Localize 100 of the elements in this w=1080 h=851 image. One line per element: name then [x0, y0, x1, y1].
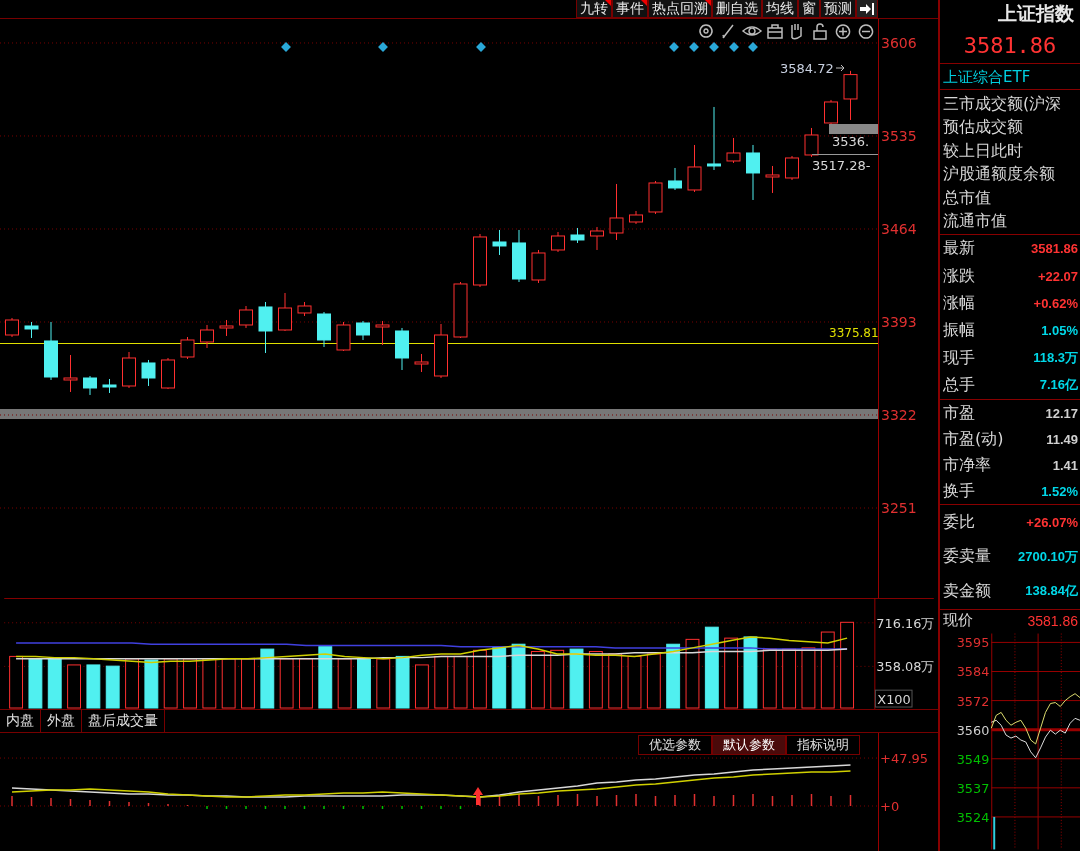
quote-value: 12.17: [1045, 405, 1079, 421]
zoom-in-icon[interactable]: [835, 24, 851, 39]
candlestick: [765, 165, 780, 194]
quote-value: 3581.86: [1031, 241, 1079, 257]
candlestick: [590, 226, 604, 251]
parameter-button[interactable]: 指标说明: [786, 735, 860, 755]
candlestick: [551, 231, 565, 253]
intraday-axis-label: 3572: [956, 693, 990, 709]
collapse-button[interactable]: [856, 0, 878, 18]
scale-label: X100: [874, 689, 913, 708]
toolbar-button[interactable]: 热点回溯: [648, 0, 712, 18]
info-label: 预估成交额: [943, 116, 1024, 139]
candlestick: [200, 324, 214, 349]
volume-bar: [202, 658, 217, 709]
volume-bar: [241, 658, 255, 709]
histogram-bar: [147, 803, 150, 806]
volume-bar: [782, 648, 797, 709]
quote-label: 涨跌: [943, 265, 975, 287]
quote-value: 2700.10万: [1018, 547, 1079, 566]
volume-bar: [511, 643, 526, 709]
info-label: 流通市值: [943, 209, 1008, 232]
candlestick: [141, 359, 156, 387]
pen-icon[interactable]: [722, 24, 734, 39]
settings-icon[interactable]: [699, 24, 713, 38]
quote-label: 市盈(动): [943, 428, 1004, 450]
volume-bar: [646, 653, 661, 709]
candlestick: [492, 229, 507, 256]
volume-bar: [550, 649, 565, 709]
volume-bar: [472, 649, 487, 709]
quote-value: 1.41: [1052, 457, 1079, 473]
quote-label: 换手: [943, 480, 975, 502]
volume-bar: [279, 658, 294, 709]
up-arrow-icon: [473, 787, 483, 805]
quote-label: 现手: [943, 347, 975, 369]
volume-bar: [627, 655, 642, 709]
histogram-bar: [576, 794, 579, 806]
lock-icon[interactable]: [813, 23, 827, 40]
diamond-marker: [709, 42, 719, 52]
histogram-bar: [771, 796, 774, 806]
etf-link[interactable]: 上证综合ETF: [940, 64, 1080, 90]
current-price-label: 现价: [943, 611, 973, 631]
histogram-bar: [303, 806, 306, 809]
parameter-button[interactable]: 默认参数: [712, 735, 786, 755]
histogram-bar: [30, 797, 33, 806]
indicator-axis-label: +0: [880, 799, 900, 814]
hand-icon[interactable]: [791, 23, 802, 40]
volume-bar: [608, 653, 623, 709]
toolbar-button[interactable]: 均线: [762, 0, 798, 18]
volume-bar: [492, 646, 507, 709]
volume-bar: [762, 648, 777, 709]
candlestick: [609, 183, 624, 241]
parameter-button[interactable]: 优选参数: [638, 735, 712, 755]
intraday-axis-label: 3595: [956, 634, 990, 650]
briefcase-icon[interactable]: [767, 24, 783, 39]
quote-label: 振幅: [943, 320, 975, 342]
volume-bar: [337, 658, 352, 709]
zoom-out-icon[interactable]: [858, 24, 874, 39]
price-tag: 3536.: [829, 124, 878, 149]
candlestick: [83, 375, 97, 396]
toolbar-button[interactable]: 九转: [576, 0, 612, 18]
candlestick: [746, 144, 760, 201]
volume-bar: [724, 637, 739, 709]
volume-bar: [125, 658, 139, 709]
candlestick: [161, 357, 175, 390]
quote-value: +0.62%: [1033, 296, 1079, 312]
toolbar-button[interactable]: 窗: [798, 0, 820, 18]
indicator-axis-label: +47.95: [880, 751, 929, 767]
quote-value: 11.49: [1046, 431, 1079, 447]
toolbar-button[interactable]: 事件: [612, 0, 648, 18]
histogram-bar: [264, 806, 267, 809]
index-title: 上证指数: [997, 1, 1075, 26]
price-tag: 3517.28-: [811, 154, 879, 173]
candlestick: [687, 144, 702, 193]
high-price-arrow: [835, 64, 845, 72]
candlestick: [102, 378, 117, 394]
volume-bar: [86, 664, 101, 709]
candlestick: [804, 127, 819, 158]
volume-bar: [299, 658, 313, 709]
toolbar-button[interactable]: 删自选: [712, 0, 762, 18]
candlestick: [395, 327, 409, 371]
quote-value: +26.07%: [1026, 514, 1079, 530]
quote-label: 市净率: [943, 454, 991, 476]
candlestick: [707, 106, 721, 171]
histogram-bar: [459, 806, 462, 809]
candlestick: [122, 351, 136, 389]
eye-icon[interactable]: [742, 26, 762, 36]
candlestick: [785, 155, 799, 181]
candlestick: [531, 249, 546, 284]
volume-tick: [993, 816, 996, 850]
volume-bar: [67, 664, 81, 709]
diamond-marker: [378, 42, 388, 52]
volume-bar: [9, 655, 23, 709]
candlestick: [668, 167, 682, 191]
quote-value: 1.52%: [1041, 483, 1079, 499]
toolbar-button[interactable]: 预测: [820, 0, 856, 18]
arrow-to-bar-icon: [860, 2, 874, 15]
info-label: 较上日此时: [943, 139, 1024, 162]
volume-bar: [183, 658, 197, 709]
quote-value: 7.16亿: [1039, 376, 1079, 395]
histogram-bar: [498, 795, 501, 806]
